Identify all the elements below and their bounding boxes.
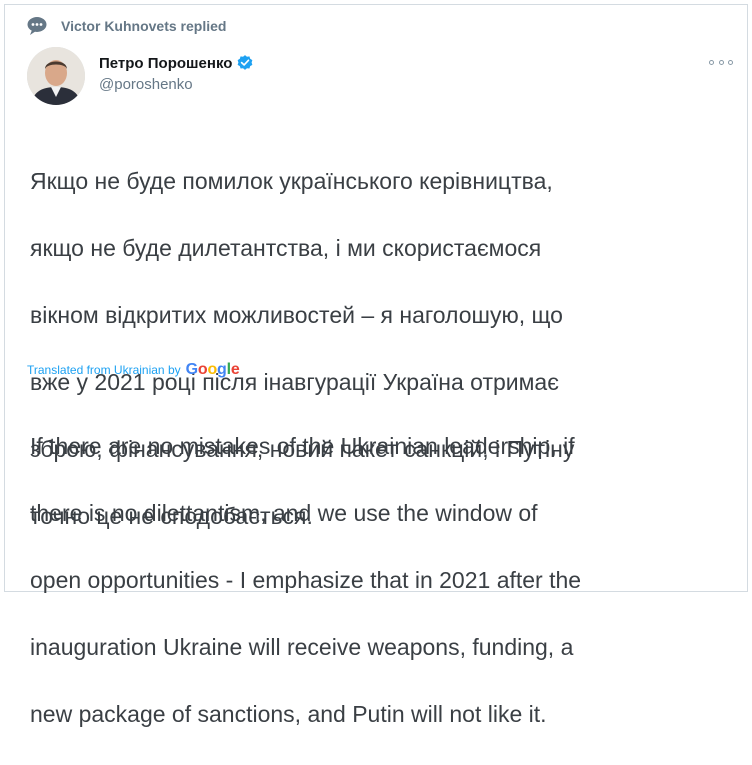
translation-line: new package of sanctions, and Putin will… (30, 700, 547, 727)
translation-line: inauguration Ukraine will receive weapon… (30, 633, 574, 660)
verified-badge-icon (238, 55, 253, 70)
tweet-header: Петро Порошенко @poroshenko (27, 47, 254, 105)
more-dot (728, 59, 733, 65)
translation-notice-text: Translated from Ukrainian by (27, 363, 181, 377)
tweet-card[interactable]: Victor Kuhnovets replied Петро Порошенко… (4, 4, 748, 727)
google-logo: Google (185, 361, 240, 378)
avatar[interactable] (27, 47, 85, 105)
avatar-image (27, 47, 85, 105)
tweet-line: якщо не буде дилетантства, і ми скориста… (30, 234, 542, 261)
more-options-icon[interactable] (709, 55, 733, 69)
user-handle[interactable]: @poroshenko (99, 76, 254, 93)
translation-line: open opportunities - I emphasize that in… (30, 566, 582, 593)
tweet-line: Якщо не буде помилок українського керівн… (30, 167, 553, 194)
translation-line: there is no dilettantism, and we use the… (30, 499, 538, 526)
more-dot (718, 59, 724, 65)
translation-line: If there are no mistakes of the Ukrainia… (30, 432, 575, 459)
reply-context[interactable]: Victor Kuhnovets replied (21, 15, 226, 37)
tweet-line: вікном відкритих можливостей – я наголош… (30, 301, 563, 328)
more-dot (709, 59, 714, 65)
translated-text: If there are no mistakes of the Ukrainia… (30, 396, 742, 765)
speech-bubble-icon (27, 17, 47, 35)
translation-notice[interactable]: Translated from Ukrainian by Google (27, 361, 240, 379)
reply-context-text: Victor Kuhnovets replied (61, 18, 227, 34)
display-name[interactable]: Петро Порошенко (99, 55, 232, 72)
